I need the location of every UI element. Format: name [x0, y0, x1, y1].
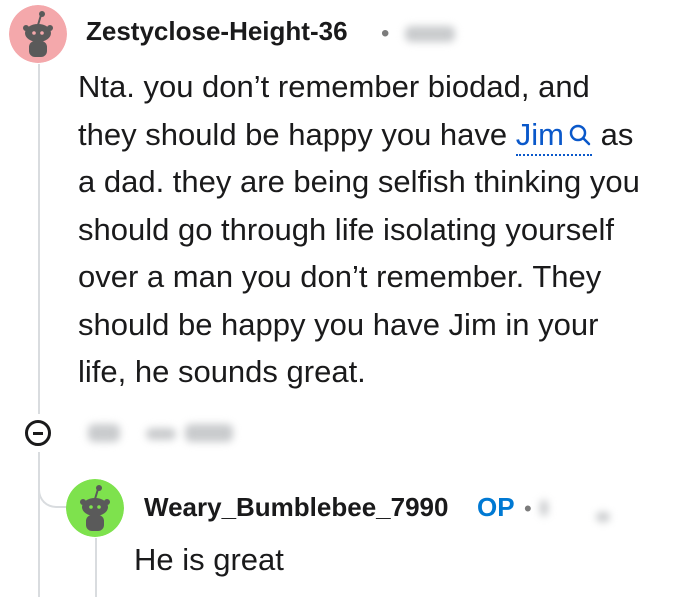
comment-line: they should be happy you have Jim as	[78, 111, 688, 159]
op-badge: OP	[477, 492, 515, 522]
comment-line: should be happy you have Jim in your	[78, 306, 599, 342]
keyword-search-link[interactable]: Jim	[515, 116, 592, 156]
separator-dot: •	[524, 496, 532, 521]
timestamp-redacted	[596, 512, 610, 522]
comment-line: Nta. you don’t remember biodad, and	[78, 69, 590, 104]
snoo-avatar-icon	[66, 479, 124, 537]
collapse-icon[interactable]	[25, 420, 51, 446]
search-icon	[569, 124, 591, 145]
thread-line-reply	[95, 538, 97, 597]
comment-text: as	[600, 116, 634, 152]
username[interactable]: Weary_Bumblebee_7990	[144, 492, 448, 523]
comment-body: Nta. you don’t remember biodad, and they…	[78, 63, 688, 396]
username[interactable]: Zestyclose-Height-36	[86, 16, 348, 47]
vote-actions-redacted	[88, 424, 120, 442]
comment-line: should go through life isolating yoursel…	[78, 211, 614, 247]
avatar[interactable]	[66, 479, 124, 537]
vote-actions-redacted	[185, 424, 233, 442]
comment-line: life, he sounds great.	[78, 354, 366, 389]
separator-dot: •	[381, 20, 390, 47]
keyword-text: Jim	[515, 116, 564, 152]
reply-body: He is great	[134, 542, 284, 577]
vote-actions-redacted	[146, 428, 176, 440]
comment-text: they should be happy you have	[78, 116, 508, 152]
timestamp-redacted	[405, 26, 455, 42]
comment-line: a dad. they are being selfish thinking y…	[78, 164, 640, 199]
thread-line-main	[38, 64, 40, 414]
comment-line: over a man you don’t remember. They	[78, 259, 602, 294]
snoo-avatar-icon	[9, 5, 67, 63]
avatar[interactable]	[9, 5, 67, 63]
timestamp-redacted	[540, 500, 548, 516]
